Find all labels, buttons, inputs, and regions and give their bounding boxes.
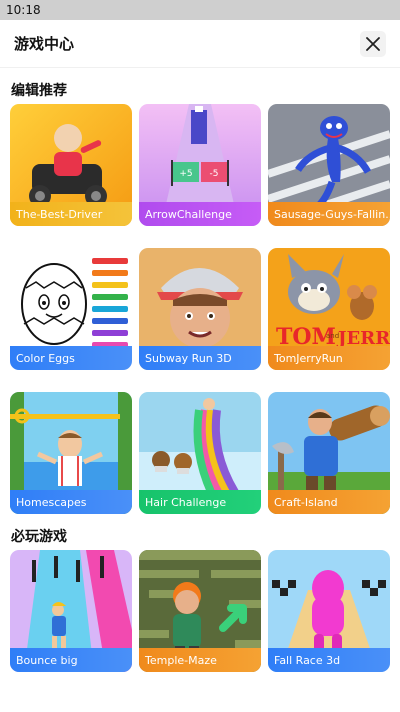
game-name: Fall Race 3d <box>268 648 390 672</box>
game-name: Homescapes <box>10 490 132 514</box>
game-name: Temple-Maze <box>139 648 261 672</box>
section-title-editor-picks: 编辑推荐 <box>11 83 67 99</box>
close-button[interactable] <box>360 30 386 57</box>
game-name: The-Best-Driver <box>10 202 132 226</box>
game-name: Bounce big <box>10 648 132 672</box>
game-name: Hair Challenge <box>139 490 261 514</box>
status-bar: 10:18 <box>0 0 400 20</box>
game-card-sausage-guys[interactable]: Sausage-Guys-Fallin... <box>268 104 390 226</box>
section-title-must-play: 必玩游戏 <box>11 529 67 545</box>
game-name: ArrowChallenge <box>139 202 261 226</box>
game-card-arrowchallenge[interactable]: +5 -5 ArrowChallenge <box>139 104 261 226</box>
game-name: Color Eggs <box>10 346 132 370</box>
game-name: TomJerryRun <box>268 346 390 370</box>
game-card-bounce-big[interactable]: Bounce big <box>10 550 132 672</box>
game-card-temple-maze[interactable]: Temple-Maze <box>139 550 261 672</box>
gate-plus-text: +5 <box>179 169 192 179</box>
game-card-subway-run-3d[interactable]: Subway Run 3D <box>139 248 261 370</box>
game-grid-editor-picks: The-Best-Driver +5 -5 ArrowChallenge Sau… <box>0 104 400 514</box>
game-name: Craft-Island <box>268 490 390 514</box>
game-name: Sausage-Guys-Fallin... <box>268 202 390 226</box>
game-name: Subway Run 3D <box>139 346 261 370</box>
game-card-homescapes[interactable]: Homescapes <box>10 392 132 514</box>
game-card-hair-challenge[interactable]: Hair Challenge <box>139 392 261 514</box>
game-grid-must-play: Bounce big Temple-Maze Fall Race 3d <box>0 550 400 672</box>
page-title: 游戏中心 <box>14 35 75 53</box>
game-card-the-best-driver[interactable]: The-Best-Driver <box>10 104 132 226</box>
gate-minus-text: -5 <box>210 169 219 179</box>
status-time: 10:18 <box>6 3 41 17</box>
game-card-tomjerryrun[interactable]: TOM and JERRY TomJerryRun <box>268 248 390 370</box>
game-card-craft-island[interactable]: Craft-Island <box>268 392 390 514</box>
game-card-fall-race-3d[interactable]: Fall Race 3d <box>268 550 390 672</box>
close-icon <box>366 36 380 51</box>
header: 游戏中心 <box>0 20 400 68</box>
game-card-color-eggs[interactable]: Color Eggs <box>10 248 132 370</box>
